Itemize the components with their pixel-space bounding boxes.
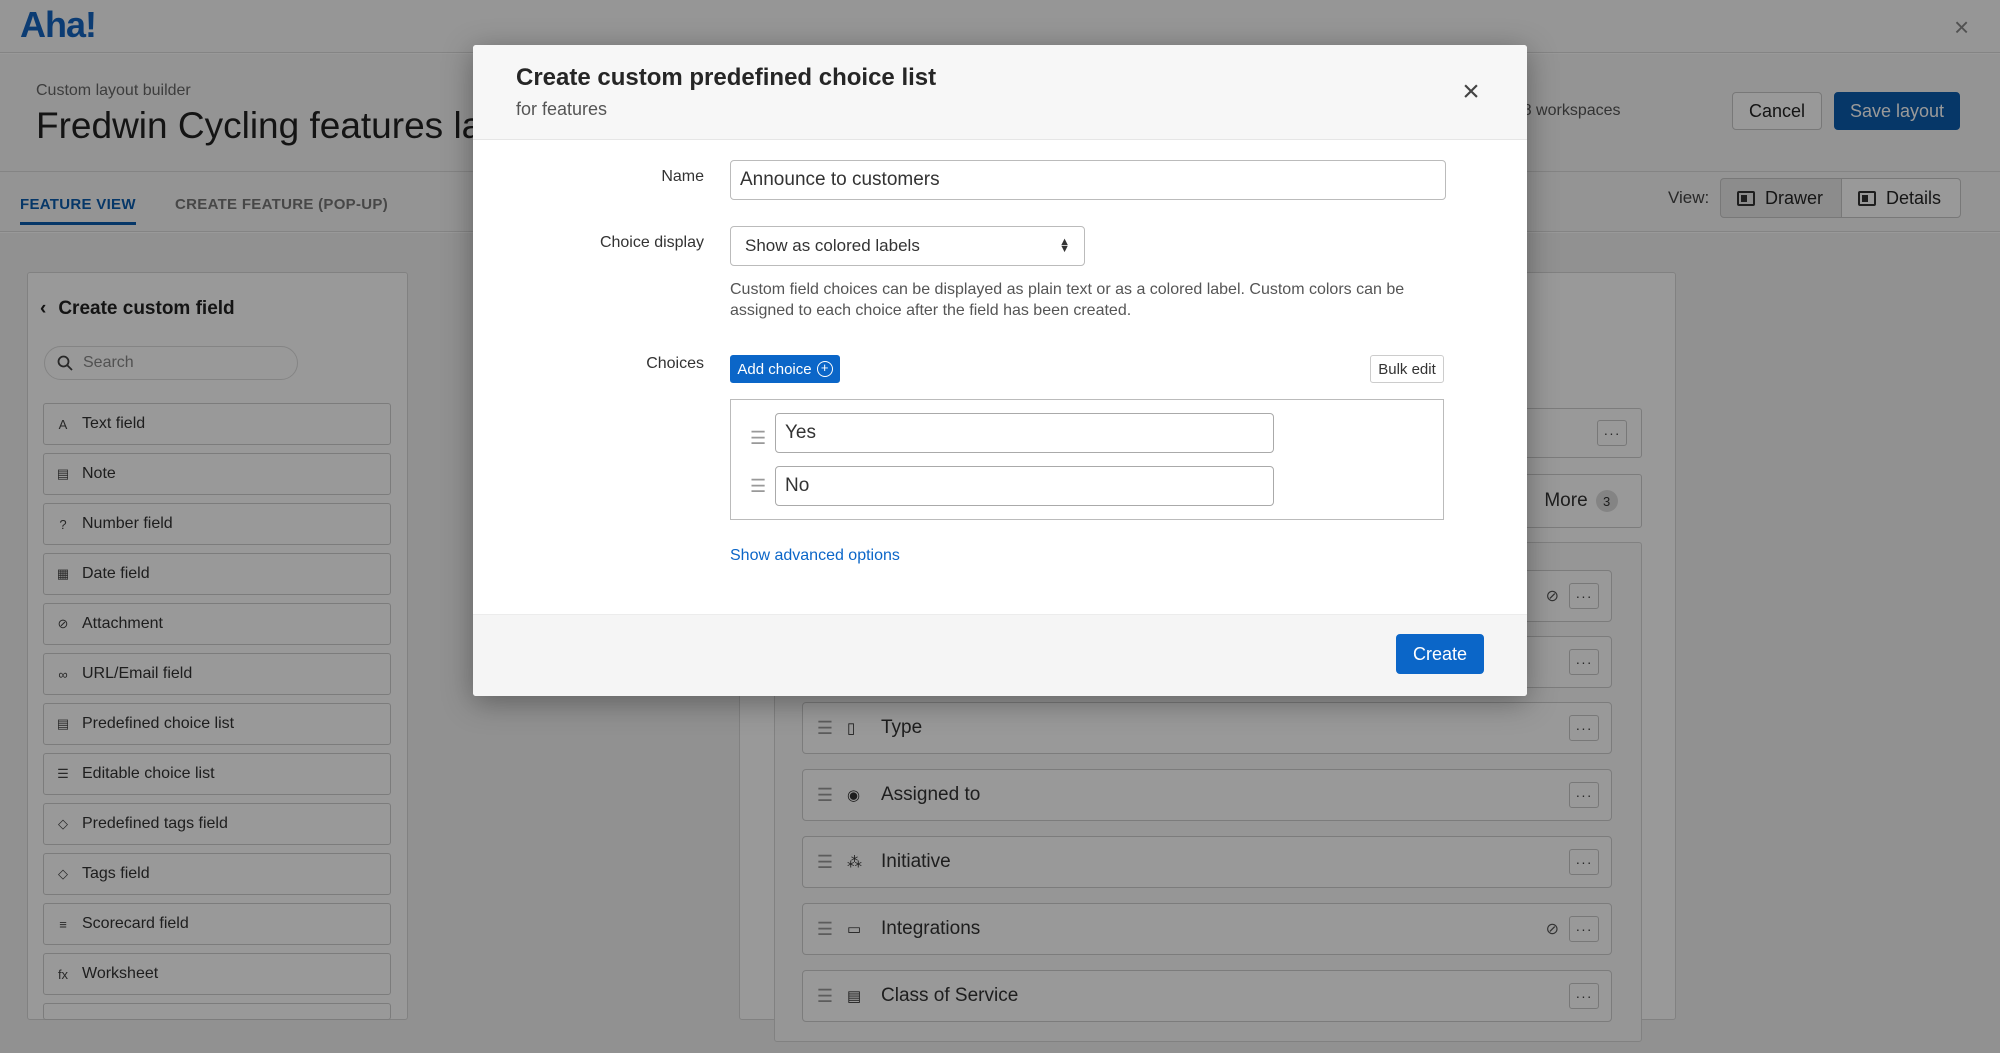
drag-handle-icon[interactable]: ☰ [750,476,766,497]
drag-handle-icon[interactable]: ☰ [750,428,766,449]
choice-display-label: Choice display [599,234,704,251]
add-choice-label: Add choice [737,360,812,378]
close-icon[interactable]: × [1456,77,1486,108]
choice-display-help: Custom field choices can be displayed as… [730,281,1405,319]
bulk-edit-button[interactable]: Bulk edit [1370,355,1444,383]
choice-input-yes[interactable] [775,413,1274,453]
choice-display-value: Show as colored labels [745,236,920,255]
name-field[interactable] [730,160,1446,200]
name-label: Name [661,168,704,185]
add-choice-button[interactable]: Add choice + [730,355,840,383]
create-button[interactable]: Create [1396,634,1484,674]
choice-input-no[interactable] [775,466,1274,506]
show-advanced-options-link[interactable]: Show advanced options [730,547,900,565]
choices-label: Choices [646,355,704,372]
select-arrows-icon: ▲ ▼ [1059,236,1070,255]
modal-footer [473,614,1527,696]
modal-title: Create custom predefined choice list [516,64,937,91]
modal-header [473,45,1527,140]
choice-display-select[interactable]: Show as colored labels ▲ ▼ [730,226,1085,266]
modal-subtitle: for features [516,99,608,119]
plus-circle-icon: + [816,361,833,377]
